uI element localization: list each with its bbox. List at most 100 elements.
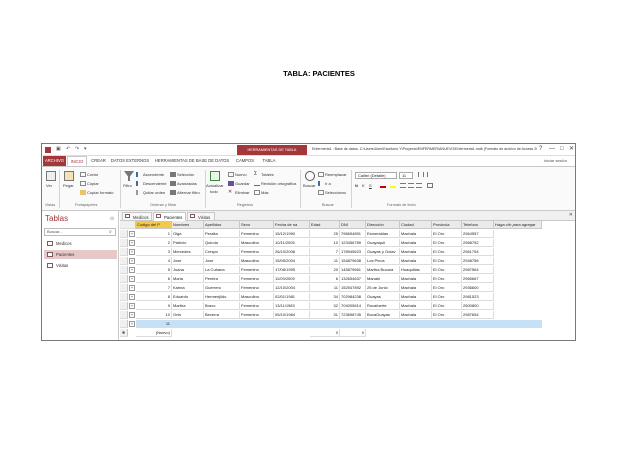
table-cell[interactable]: 17/08/1995 [274,266,310,274]
table-cell[interactable]: Machala [400,275,432,283]
table-cell[interactable]: Bravo [204,302,240,310]
copy-button[interactable]: Copiar [80,181,99,187]
row-selector[interactable] [120,257,128,265]
tab-tabla[interactable]: TABLA [258,156,280,166]
table-cell[interactable] [494,320,542,328]
row-selector[interactable] [120,293,128,301]
column-header[interactable]: Nombres [172,221,204,229]
table-cell[interactable] [400,320,432,328]
gridlines-icon[interactable] [427,183,433,188]
replace-button[interactable]: Reemplazar [318,172,347,178]
selection-button[interactable]: Selección [170,172,194,178]
table-cell[interactable]: 9 [136,302,172,310]
table-cell[interactable]: Machala [400,284,432,292]
new-row-edad[interactable]: 0 [310,329,340,337]
table-cell[interactable]: 152547892 [340,284,366,292]
table-cell[interactable]: Los Pinos [366,257,400,265]
sort-ascending-button[interactable]: Ascendente [136,172,164,178]
table-cell[interactable]: Guayas [366,293,400,301]
table-cell[interactable]: Esmeraldas [366,230,400,238]
new-row-label[interactable]: (Nuevo) [136,329,172,337]
table-cell[interactable]: Masculino [240,257,274,265]
table-cell[interactable]: Hermenjildo [204,293,240,301]
expand-icon[interactable]: + [129,249,135,255]
format-painter-button[interactable]: Copiar formato [80,190,113,196]
column-header[interactable]: Codigo del P [136,221,172,229]
table-cell[interactable] [274,320,310,328]
table-cell[interactable]: Patricio [172,239,204,247]
save-icon[interactable]: ▣ [56,146,61,153]
row-selector[interactable] [120,239,128,247]
bold-button[interactable]: N [355,183,358,188]
table-cell[interactable]: El Oro [432,275,462,283]
table-cell[interactable]: 11 [310,284,340,292]
remove-sort-button[interactable]: Quitar orden [136,190,165,196]
table-cell[interactable] [432,320,462,328]
table-cell[interactable]: 704005614 [340,302,366,310]
table-cell[interactable]: 15/05/2004 [274,257,310,265]
table-cell[interactable]: 10/11/2005 [274,239,310,247]
row-selector[interactable] [120,302,128,310]
table-cell[interactable]: 13/11/1983 [274,302,310,310]
table-cell[interactable]: Manabi [366,275,400,283]
table-cell[interactable]: 8 [136,293,172,301]
column-header[interactable]: Telefono [462,221,494,229]
table-cell[interactable]: 178945623 [340,248,366,256]
table-cell[interactable]: El Oro [432,302,462,310]
doc-tab-medicos[interactable]: Medicos [122,212,152,221]
table-cell[interactable]: 12/10/2004 [274,284,310,292]
table-cell[interactable]: Masculino [240,239,274,247]
table-cell[interactable]: El Oro [432,230,462,238]
table-cell[interactable]: 25 [310,230,340,238]
table-cell[interactable]: Mercedes [172,248,204,256]
list-icon[interactable] [427,172,433,177]
table-cell[interactable]: BocaGuayas [366,311,400,319]
search-icon[interactable]: ⌕ [109,228,112,236]
spelling-button[interactable]: Revisión ortográfica [254,181,296,187]
table-cell[interactable]: Femenino [240,248,274,256]
table-cell[interactable]: Peralta [204,230,240,238]
minimize-button[interactable]: — [549,145,555,154]
column-header[interactable]: Haga clic para agregar [494,221,542,229]
toggle-filter-button[interactable]: Alternar filtro [170,190,200,196]
column-header[interactable]: Sexo [240,221,274,229]
font-name-select[interactable]: Calibri (Detalle) [355,172,397,179]
save-record-button[interactable]: Guardar [228,181,250,187]
table-cell[interactable] [204,320,240,328]
table-cell[interactable]: 796654891 [340,230,366,238]
advanced-button[interactable]: Avanzadas [170,181,197,187]
table-cell[interactable] [240,320,274,328]
expand-icon[interactable]: + [129,258,135,264]
select-all-corner[interactable] [120,221,136,229]
new-row-dni[interactable]: 0 [340,329,366,337]
close-button[interactable]: ✕ [569,145,574,154]
nav-item-visitas[interactable]: Visitas [44,261,117,270]
nav-menu-icon[interactable]: ⊙ [110,216,114,222]
table-cell[interactable]: 11 [136,320,172,328]
table-cell[interactable]: Martha Bucara [366,266,400,274]
tab-datos-externos[interactable]: DATOS EXTERNOS [109,156,151,166]
table-cell[interactable]: Jose [172,257,204,265]
column-header[interactable]: Edad [310,221,340,229]
font-color-icon[interactable] [380,183,386,188]
row-selector[interactable] [120,284,128,292]
table-cell[interactable]: Machala [400,239,432,247]
table-cell[interactable]: Crespo [204,248,240,256]
table-cell[interactable]: 2964557 [462,230,494,238]
table-cell[interactable]: Masculino [240,293,274,301]
table-cell[interactable] [340,320,366,328]
table-cell[interactable]: Rocafuerte [366,302,400,310]
table-cell[interactable]: Quirola [204,239,240,247]
row-selector[interactable] [120,311,128,319]
customize-quick-access-icon[interactable]: ▾ [84,146,87,153]
tab-herramientas-bd[interactable]: HERRAMIENTAS DE BASE DE DATOS [152,156,232,166]
column-header[interactable]: Fecha de na [274,221,310,229]
tab-archivo[interactable]: ARCHIVO [43,156,66,166]
table-cell[interactable]: 20 [310,266,340,274]
table-cell[interactable]: 4 [136,257,172,265]
table-cell[interactable]: Huaquillas [400,266,432,274]
table-cell[interactable]: El Oro [432,239,462,247]
highlight-icon[interactable] [390,183,396,188]
expand-icon[interactable]: + [129,276,135,282]
row-selector[interactable] [120,230,128,238]
